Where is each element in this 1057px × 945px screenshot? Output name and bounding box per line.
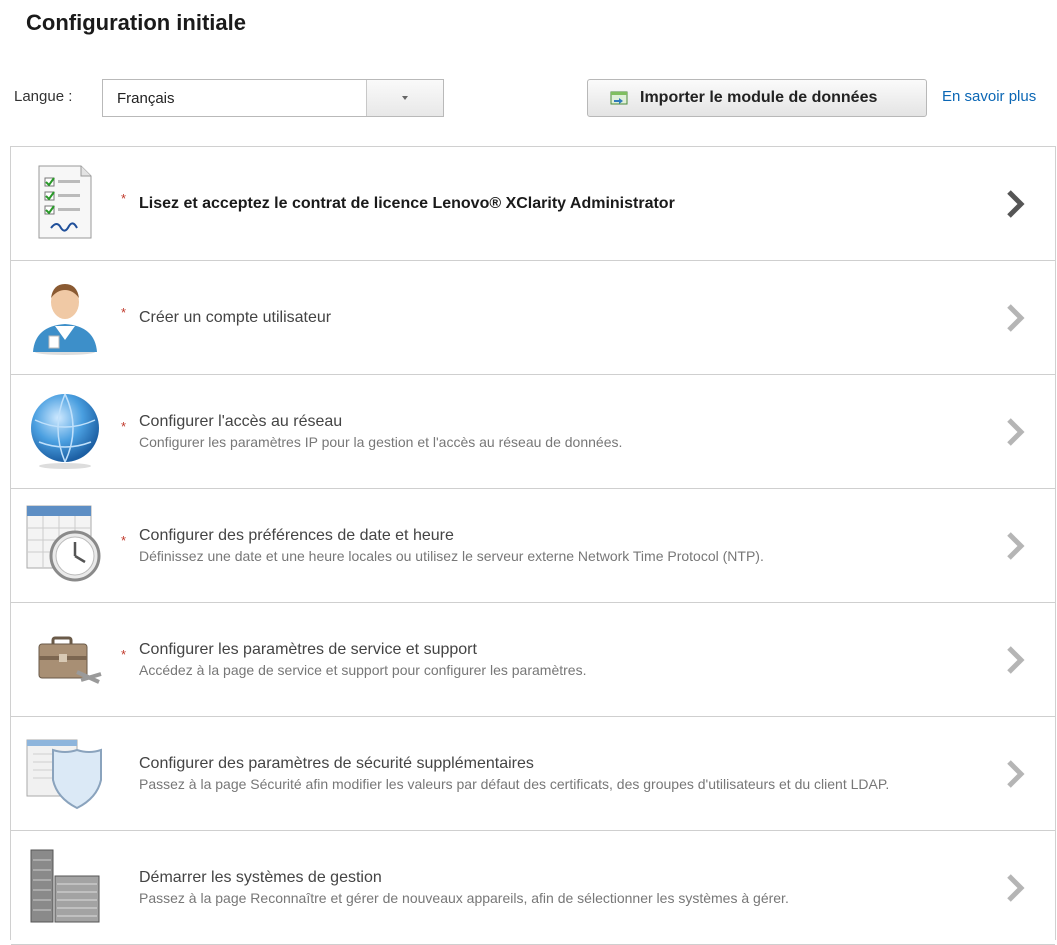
step-date-time[interactable]: * Configurer des préférences de date et … [11,489,1055,603]
step-title: Lisez et acceptez le contrat de licence … [139,194,675,212]
setup-steps-list: * Lisez et acceptez le contrat de licenc… [10,146,1056,945]
import-label: Importer le module de données [640,89,878,106]
chevron-right-icon[interactable] [1003,530,1027,562]
chevron-right-icon[interactable] [1003,644,1027,676]
user-account-icon [33,284,97,355]
security-shield-icon [26,739,102,810]
step-title: Démarrer les systèmes de gestion [139,868,382,886]
step-security[interactable]: Configurer des paramètres de sécurité su… [11,717,1055,831]
language-value: Français [117,89,175,107]
briefcase-tools-icon [38,636,102,684]
step-network-access[interactable]: * Configurer l'accès au réseau Configure… [11,375,1055,489]
step-user-account[interactable]: * Créer un compte utilisateur [11,261,1055,375]
required-marker: * [121,305,127,320]
required-marker: * [121,191,127,206]
network-globe-icon [31,393,99,469]
step-description: Configurer les paramètres IP pour la ges… [139,433,623,450]
step-description: Accédez à la page de service et support … [139,661,587,678]
required-marker: * [121,533,127,548]
step-title: Configurer les paramètres de service et … [139,640,477,658]
language-label: Langue : [14,88,73,105]
server-rack-icon [30,849,100,923]
calendar-clock-icon [26,505,101,582]
step-description: Passez à la page Sécurité afin modifier … [139,775,890,792]
required-marker: * [121,419,127,434]
chevron-right-icon[interactable] [1003,758,1027,790]
step-title: Créer un compte utilisateur [139,308,332,326]
step-description: Définissez une date et une heure locales… [139,547,764,564]
step-title: Configurer des paramètres de sécurité su… [139,754,534,772]
step-manage-systems[interactable]: Démarrer les systèmes de gestion Passez … [11,831,1055,945]
chevron-down-icon[interactable] [366,80,443,116]
language-select[interactable]: Français [102,79,444,117]
chevron-right-icon[interactable] [1003,416,1027,448]
step-service-support[interactable]: * Configurer les paramètres de service e… [11,603,1055,717]
chevron-right-icon[interactable] [1003,188,1027,220]
step-description: Passez à la page Reconnaître et gérer de… [139,889,789,906]
step-title: Configurer l'accès au réseau [139,412,343,430]
license-document-icon [38,165,92,239]
import-icon [610,91,628,105]
step-license[interactable]: * Lisez et acceptez le contrat de licenc… [11,147,1055,261]
step-title: Configurer des préférences de date et he… [139,526,454,544]
page-title: Configuration initiale [26,10,246,35]
chevron-right-icon[interactable] [1003,302,1027,334]
required-marker: * [121,647,127,662]
learn-more-link[interactable]: En savoir plus [942,88,1036,105]
chevron-right-icon[interactable] [1003,872,1027,904]
import-data-button[interactable]: Importer le module de données [587,79,927,117]
